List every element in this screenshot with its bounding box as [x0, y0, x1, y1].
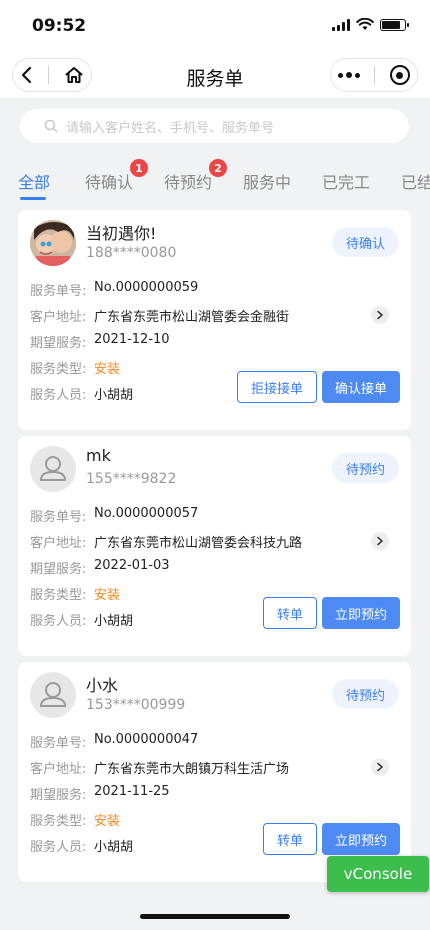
status-bar: 09:52 — [0, 0, 430, 54]
expected-label: 期望服务: — [30, 562, 87, 577]
address-row[interactable]: 客户地址: 广东省东莞市松山湖管委会金融街 — [30, 306, 289, 325]
chevron-right-icon[interactable] — [371, 532, 389, 550]
tab-in-service[interactable]: 服务中 — [243, 169, 291, 193]
type-value: 安装 — [94, 362, 121, 377]
order-no-label: 服务单号: — [30, 736, 87, 751]
customer-name: 小水 — [86, 676, 119, 695]
book-now-button[interactable]: 立即预约 — [322, 597, 400, 629]
address-label: 客户地址: — [30, 762, 87, 777]
search-input[interactable]: 请输入客户姓名、手机号、服务单号 — [20, 109, 409, 143]
status-badge: 待预约 — [331, 453, 399, 483]
chevron-right-icon[interactable] — [371, 758, 389, 776]
staff-label: 服务人员: — [30, 614, 87, 629]
status-tabs: 全部 待确认 1 待预约 2 服务中 已完工 已结 — [0, 156, 430, 204]
search-icon — [44, 119, 58, 133]
address-label: 客户地址: — [30, 536, 87, 551]
system-indicators — [332, 18, 409, 31]
status-badge: 待预约 — [331, 679, 399, 709]
staff-value: 小胡胡 — [94, 388, 134, 403]
type-label: 服务类型: — [30, 588, 87, 603]
order-card[interactable]: 小水 153****00999 待预约 服务单号: No.0000000047 … — [18, 662, 411, 882]
expected-value: 2021-12-10 — [94, 332, 170, 347]
default-avatar-icon — [39, 682, 67, 707]
expected-value: 2021-11-25 — [94, 784, 170, 799]
search-placeholder: 请输入客户姓名、手机号、服务单号 — [66, 120, 275, 136]
staff-row: 服务人员: 小胡胡 — [30, 610, 133, 629]
nav-capsule-right — [330, 58, 418, 92]
order-no-label: 服务单号: — [30, 510, 87, 525]
status-badge: 待确认 — [331, 227, 399, 257]
book-now-button[interactable]: 立即预约 — [322, 823, 400, 855]
tab-pending-appointment[interactable]: 待预约 — [164, 169, 212, 193]
type-label: 服务类型: — [30, 362, 87, 377]
wifi-icon — [356, 18, 374, 30]
nav-bar: 服务单 — [0, 54, 430, 98]
signal-icon — [332, 18, 350, 31]
status-time: 09:52 — [32, 16, 87, 36]
customer-phone: 153****00999 — [86, 697, 186, 713]
staff-row: 服务人员: 小胡胡 — [30, 384, 133, 403]
expected-row: 期望服务: 2021-12-10 — [30, 332, 170, 351]
type-row: 服务类型: 安装 — [30, 584, 120, 603]
default-avatar-icon — [39, 456, 67, 481]
vconsole-button[interactable]: vConsole — [327, 856, 429, 892]
order-card[interactable]: 当初遇你! 188****0080 待确认 服务单号: No.000000005… — [18, 210, 411, 430]
address-row[interactable]: 客户地址: 广东省东莞市松山湖管委会科技九路 — [30, 532, 302, 551]
customer-name: 当初遇你! — [86, 224, 157, 243]
expected-row: 期望服务: 2021-11-25 — [30, 784, 170, 803]
avatar — [30, 672, 76, 718]
customer-phone: 155****9822 — [86, 471, 177, 487]
order-no-label: 服务单号: — [30, 284, 87, 299]
customer-phone: 188****0080 — [86, 245, 177, 261]
order-no-row: 服务单号: No.0000000047 — [30, 732, 198, 751]
tab-pending-appointment-badge: 2 — [209, 159, 227, 177]
transfer-order-button[interactable]: 转单 — [263, 823, 317, 855]
staff-row: 服务人员: 小胡胡 — [30, 836, 133, 855]
staff-label: 服务人员: — [30, 388, 87, 403]
order-no-value: No.0000000047 — [94, 732, 199, 747]
expected-value: 2022-01-03 — [94, 558, 170, 573]
battery-icon — [380, 18, 409, 31]
address-row[interactable]: 客户地址: 广东省东莞市大朗镇万科生活广场 — [30, 758, 289, 777]
order-no-row: 服务单号: No.0000000059 — [30, 280, 198, 299]
type-row: 服务类型: 安装 — [30, 358, 120, 377]
staff-value: 小胡胡 — [94, 840, 134, 855]
tab-completed[interactable]: 已完工 — [322, 169, 370, 193]
address-value: 广东省东莞市松山湖管委会科技九路 — [94, 536, 303, 551]
order-no-row: 服务单号: No.0000000057 — [30, 506, 198, 525]
tab-all[interactable]: 全部 — [18, 169, 50, 193]
avatar — [30, 446, 76, 492]
order-no-value: No.0000000059 — [94, 280, 199, 295]
confirm-order-button[interactable]: 确认接单 — [322, 371, 400, 403]
chevron-right-icon[interactable] — [371, 306, 389, 324]
order-no-value: No.0000000057 — [94, 506, 199, 521]
order-card[interactable]: mk 155****9822 待预约 服务单号: No.0000000057 客… — [18, 436, 411, 656]
staff-value: 小胡胡 — [94, 614, 134, 629]
type-row: 服务类型: 安装 — [30, 810, 120, 829]
address-value: 广东省东莞市大朗镇万科生活广场 — [94, 762, 290, 777]
expected-row: 期望服务: 2022-01-03 — [30, 558, 170, 577]
customer-name: mk — [86, 446, 111, 465]
type-value: 安装 — [94, 814, 121, 829]
avatar-photo-icon — [30, 220, 76, 266]
more-icon[interactable] — [338, 72, 361, 78]
tab-active-indicator — [20, 197, 46, 200]
transfer-order-button[interactable]: 转单 — [263, 597, 317, 629]
address-value: 广东省东莞市松山湖管委会金融街 — [94, 310, 290, 325]
expected-label: 期望服务: — [30, 788, 87, 803]
home-indicator — [140, 914, 290, 919]
avatar — [30, 220, 76, 266]
tab-closed[interactable]: 已结 — [401, 169, 430, 193]
address-label: 客户地址: — [30, 310, 87, 325]
tab-pending-confirm-badge: 1 — [130, 159, 148, 177]
close-miniprogram-icon[interactable] — [389, 65, 410, 85]
type-label: 服务类型: — [30, 814, 87, 829]
tab-pending-confirm[interactable]: 待确认 — [85, 169, 133, 193]
reject-order-button[interactable]: 拒接接单 — [237, 371, 317, 403]
capsule-divider — [374, 66, 376, 84]
staff-label: 服务人员: — [30, 840, 87, 855]
expected-label: 期望服务: — [30, 336, 87, 351]
search-area: 请输入客户姓名、手机号、服务单号 — [0, 98, 430, 156]
type-value: 安装 — [94, 588, 121, 603]
